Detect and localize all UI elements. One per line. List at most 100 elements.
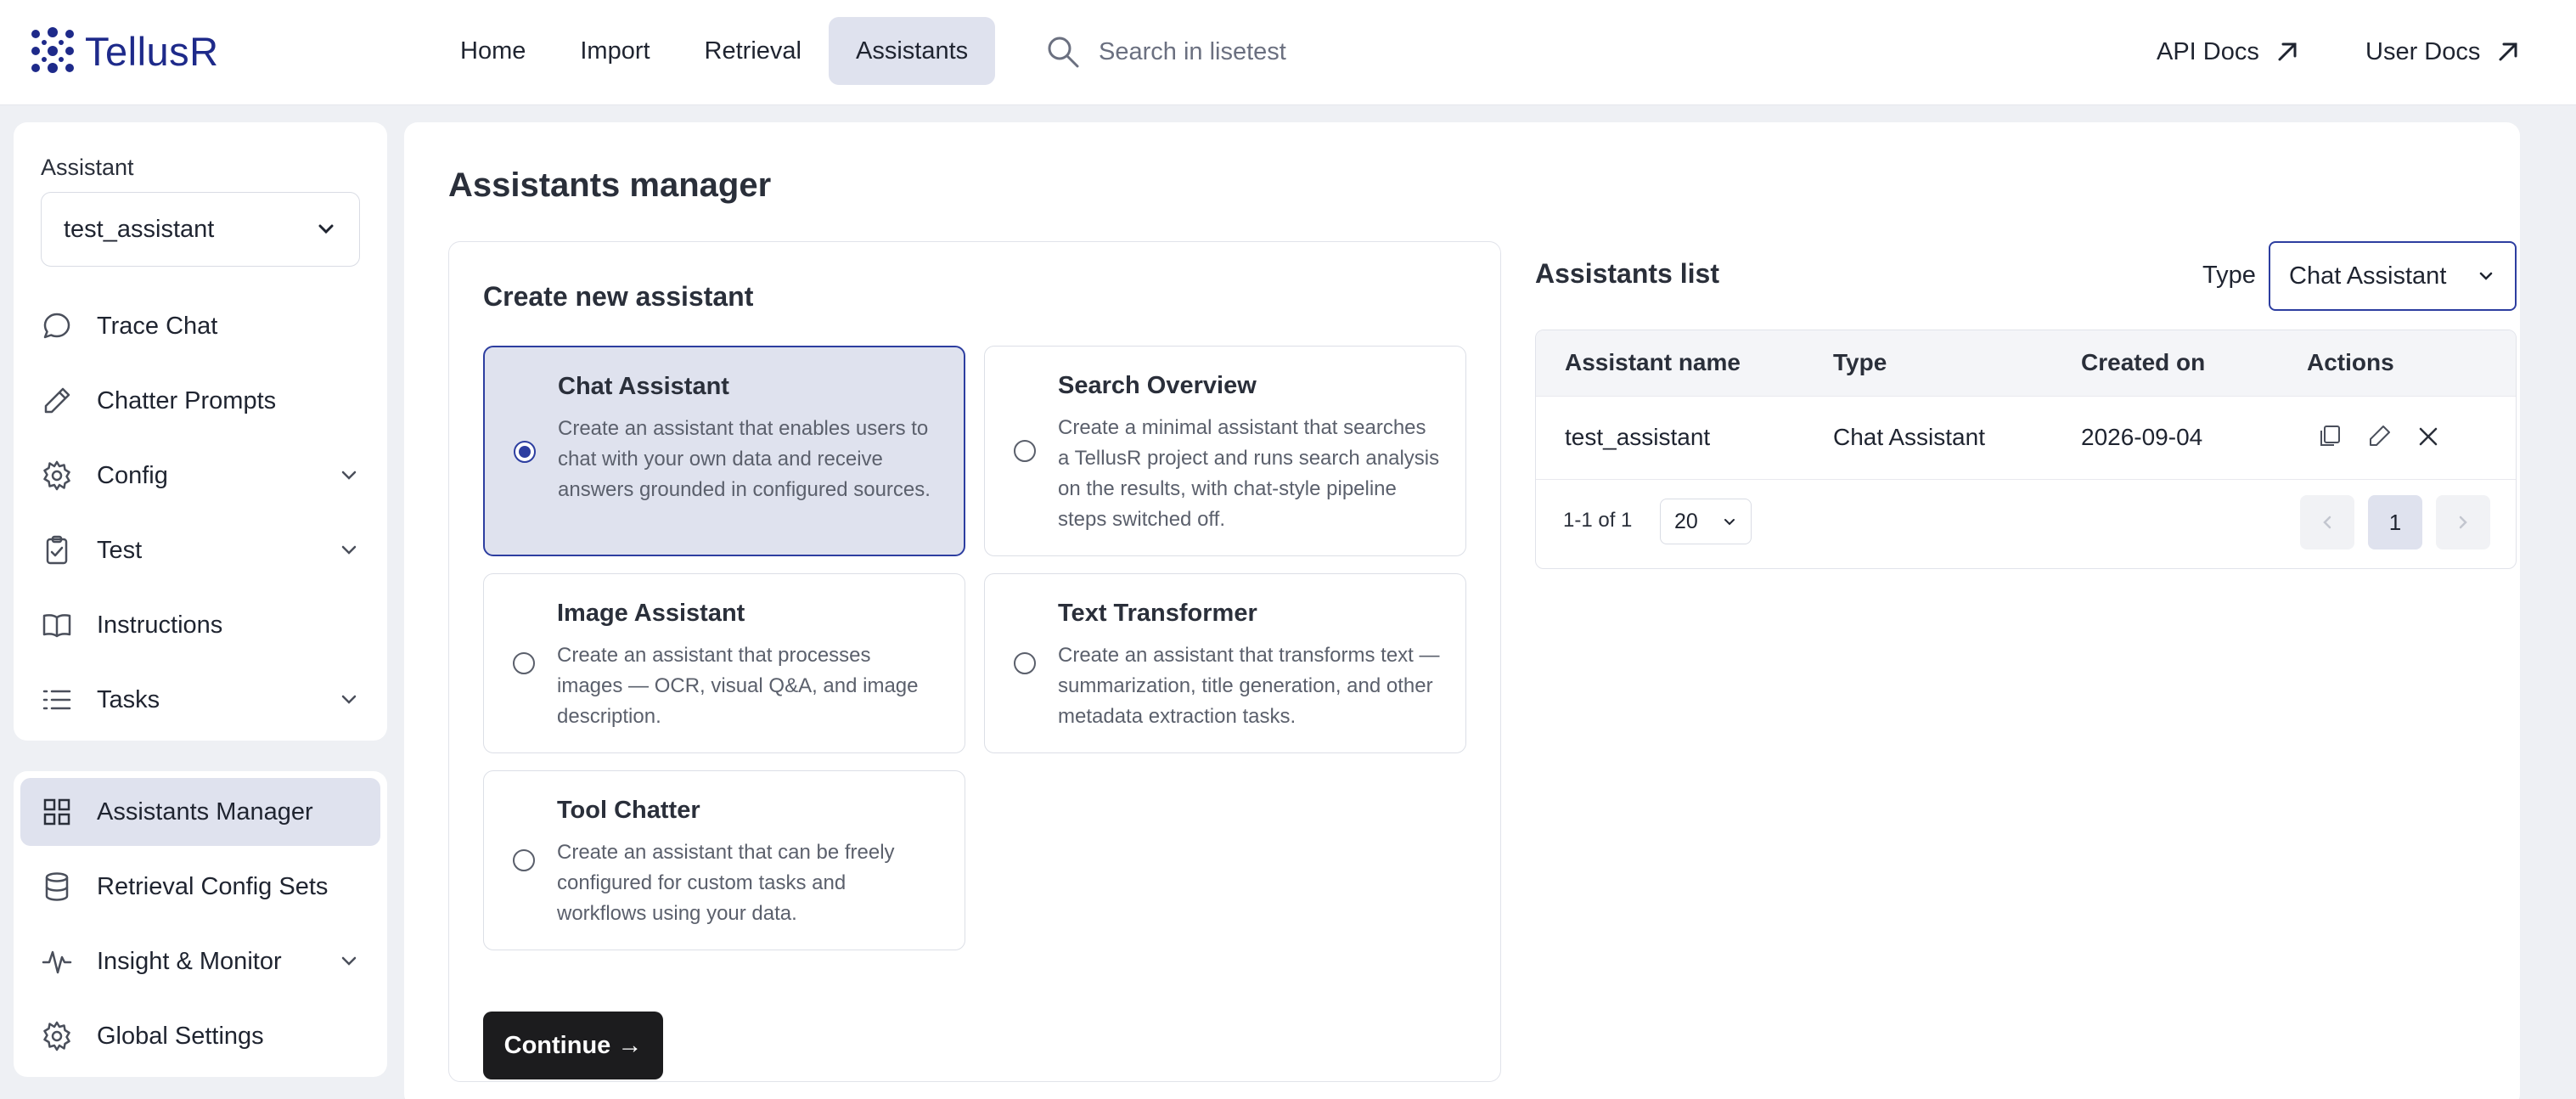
- option-description: Create an assistant that enables users t…: [558, 417, 931, 501]
- sidebar-item-label: Config: [97, 461, 168, 489]
- sidebar-item-insight-monitor[interactable]: Insight & Monitor: [20, 927, 380, 995]
- option-search-overview[interactable]: Search Overview Create a minimal assista…: [984, 346, 1466, 556]
- chat-bubble-icon: [43, 313, 70, 339]
- option-image-assistant[interactable]: Image Assistant Create an assistant that…: [483, 573, 965, 753]
- option-title: Chat Assistant: [558, 373, 729, 400]
- grid-icon: [43, 798, 70, 826]
- sidebar-item-retrieval-config-sets[interactable]: Retrieval Config Sets: [20, 853, 380, 921]
- radio-chat-assistant[interactable]: [514, 441, 536, 463]
- cell-type: Chat Assistant: [1833, 424, 1985, 450]
- sidebar-item-label: Trace Chat: [97, 312, 218, 340]
- top-bar: TellusR Home Import Retrieval Assistants…: [0, 0, 2576, 105]
- option-description: Create an assistant that processes image…: [557, 644, 919, 728]
- sidebar-item-label: Chatter Prompts: [97, 386, 277, 414]
- radio-text-transformer[interactable]: [1014, 652, 1036, 674]
- sidebar-item-label: Instructions: [97, 611, 223, 639]
- assistant-select[interactable]: test_assistant: [41, 192, 360, 267]
- nav-import[interactable]: Import: [553, 17, 677, 85]
- chevron-right-icon: [2459, 516, 2467, 529]
- type-filter-label: Type: [2202, 262, 2256, 289]
- cell-created-on: 2026-09-04: [2081, 424, 2203, 450]
- main-nav: Home Import Retrieval Assistants: [433, 17, 996, 85]
- table-row: test_assistant Chat Assistant 2026-09-04: [1536, 397, 2516, 480]
- database-icon: [45, 872, 69, 901]
- column-header-actions: Actions: [2307, 349, 2394, 375]
- page-number-button[interactable]: 1: [2368, 495, 2422, 550]
- sidebar-item-config[interactable]: Config: [20, 442, 380, 510]
- chevron-down-icon: [341, 956, 357, 966]
- page-size-select[interactable]: 20: [1660, 499, 1752, 544]
- brand-logo[interactable]: TellusR: [29, 25, 219, 76]
- chevron-down-icon: [341, 545, 357, 555]
- chevron-left-icon: [2323, 516, 2331, 529]
- book-icon: [42, 614, 71, 638]
- tellusr-logo-icon: [31, 27, 74, 73]
- option-title: Search Overview: [1058, 372, 1257, 399]
- sidebar-item-label: Retrieval Config Sets: [97, 872, 329, 900]
- create-assistant-title: Create new assistant: [483, 281, 754, 312]
- sidebar-item-trace-chat[interactable]: Trace Chat: [20, 292, 380, 360]
- assistant-label: Assistant: [41, 155, 134, 180]
- copy-icon[interactable]: [2315, 422, 2344, 451]
- prev-page-button[interactable]: [2300, 495, 2354, 550]
- create-assistant-card: Create new assistant Chat Assistant Crea…: [448, 241, 1501, 1082]
- nav-assistants[interactable]: Assistants: [828, 17, 996, 85]
- option-description: Create an assistant that transforms text…: [1058, 644, 1440, 728]
- option-text-transformer[interactable]: Text Transformer Create an assistant tha…: [984, 573, 1466, 753]
- sidebar-assistant-panel: Assistant test_assistant Trace Chat Chat…: [14, 122, 387, 741]
- type-filter-value: Chat Assistant: [2289, 262, 2447, 290]
- external-arrow-icon: [2499, 42, 2517, 61]
- api-docs-label: API Docs: [2157, 37, 2259, 65]
- column-header-name: Assistant name: [1565, 349, 1741, 375]
- sidebar-item-label: Tasks: [97, 685, 160, 713]
- sidebar-global-panel: Assistants Manager Retrieval Config Sets…: [14, 771, 387, 1077]
- sidebar-item-test[interactable]: Test: [20, 516, 380, 584]
- option-description: Create an assistant that can be freely c…: [557, 841, 895, 925]
- radio-tool-chatter[interactable]: [513, 849, 535, 871]
- sidebar-item-instructions[interactable]: Instructions: [20, 591, 380, 659]
- radio-search-overview[interactable]: [1014, 440, 1036, 462]
- type-filter-select[interactable]: Chat Assistant: [2269, 241, 2517, 311]
- chevron-down-icon: [318, 224, 334, 234]
- nav-retrieval[interactable]: Retrieval: [678, 17, 829, 85]
- radio-image-assistant[interactable]: [513, 652, 535, 674]
- sidebar-item-global-settings[interactable]: Global Settings: [20, 1002, 380, 1070]
- next-page-button[interactable]: [2436, 495, 2490, 550]
- chevron-down-icon: [2479, 272, 2493, 280]
- gear-icon: [43, 460, 70, 491]
- assistant-select-value: test_assistant: [64, 215, 215, 243]
- option-chat-assistant[interactable]: Chat Assistant Create an assistant that …: [483, 346, 965, 556]
- clipboard-icon: [46, 535, 68, 565]
- search-icon: [1048, 37, 1079, 68]
- sidebar-item-tasks[interactable]: Tasks: [20, 666, 380, 734]
- nav-home[interactable]: Home: [433, 17, 553, 85]
- column-header-created: Created on: [2081, 349, 2206, 375]
- column-header-type: Type: [1833, 349, 1887, 375]
- pagination-range: 1-1 of 1: [1563, 509, 1633, 532]
- option-title: Image Assistant: [557, 600, 745, 627]
- api-docs-link[interactable]: API Docs: [2157, 31, 2300, 73]
- option-description: Create a minimal assistant that searches…: [1058, 416, 1440, 531]
- option-title: Tool Chatter: [557, 797, 700, 824]
- edit-icon[interactable]: [2365, 422, 2393, 451]
- delete-icon[interactable]: [2414, 422, 2443, 451]
- external-arrow-icon: [2278, 42, 2297, 61]
- page-size-value: 20: [1674, 509, 1698, 533]
- sidebar-item-chatter-prompts[interactable]: Chatter Prompts: [20, 367, 380, 435]
- pencil-icon: [44, 387, 70, 414]
- chevron-down-icon: [341, 695, 357, 704]
- sidebar-item-label: Global Settings: [97, 1022, 264, 1050]
- table-header: Assistant name Type Created on Actions: [1536, 330, 2516, 397]
- search-input[interactable]: [1099, 37, 1455, 66]
- user-docs-label: User Docs: [2365, 37, 2481, 65]
- continue-button[interactable]: Continue →: [483, 1012, 663, 1079]
- sidebar-item-label: Assistants Manager: [97, 797, 313, 826]
- sidebar-item-label: Insight & Monitor: [97, 947, 282, 975]
- assistants-list-title: Assistants list: [1535, 258, 1719, 289]
- search-bar: [1046, 31, 1455, 73]
- sidebar-item-assistants-manager[interactable]: Assistants Manager: [20, 778, 380, 846]
- option-tool-chatter[interactable]: Tool Chatter Create an assistant that ca…: [483, 770, 965, 950]
- option-title: Text Transformer: [1058, 600, 1257, 627]
- user-docs-link[interactable]: User Docs: [2365, 31, 2521, 73]
- gear-icon: [43, 1021, 70, 1051]
